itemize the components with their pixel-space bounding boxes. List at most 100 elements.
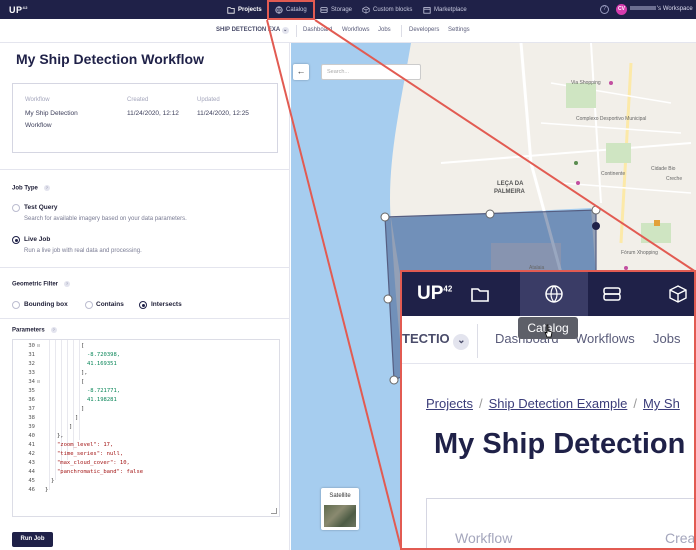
zoomed-info-card: Workflow Crea <box>426 498 696 548</box>
test-query-description: Search for available imagery based on yo… <box>24 216 187 222</box>
folder-icon <box>471 288 489 302</box>
map-label: Continente <box>601 171 626 177</box>
breadcrumb-workflow[interactable]: My Sh <box>643 396 680 411</box>
resize-handle-icon[interactable] <box>271 508 277 514</box>
code-line: [ <box>81 379 85 385</box>
divider <box>477 324 478 358</box>
chevron-down-icon: ⌄ <box>281 27 289 34</box>
live-job-label[interactable]: Live Job <box>24 236 50 243</box>
nav-projects[interactable]: Projects <box>227 0 262 19</box>
radio-intersects[interactable] <box>139 301 147 309</box>
bounding-box-label[interactable]: Bounding box <box>24 301 68 308</box>
tab-jobs[interactable]: Jobs <box>378 27 391 33</box>
fold-toggle-icon[interactable]: ⊟ <box>37 343 40 349</box>
tab-jobs[interactable]: Jobs <box>653 331 680 346</box>
catalog-highlight-box <box>267 0 315 20</box>
radio-contains[interactable] <box>85 301 93 309</box>
code-line: -8.721771, <box>87 388 121 394</box>
divider <box>0 169 290 170</box>
info-header-workflow: Workflow <box>455 530 513 546</box>
line-number: 31 <box>28 352 35 358</box>
folder-icon <box>227 6 235 14</box>
place-name: PALMEIRA <box>494 189 525 195</box>
indent-guide <box>73 340 74 450</box>
code-line: } <box>51 478 55 484</box>
line-number: 45 <box>28 478 35 484</box>
code-line: -8.720398, <box>87 352 121 358</box>
geometric-filter-label: Geometric Filter? <box>12 281 71 288</box>
zoomed-page-title: My Ship Detection <box>434 428 686 460</box>
project-selector[interactable]: SHIP DETECTION EXA ⌄ <box>216 27 289 34</box>
line-number: 30 <box>28 343 35 349</box>
help-icon[interactable]: ? <box>600 5 609 14</box>
back-arrow-button[interactable]: ← <box>293 64 309 80</box>
code-line: "panchromatic_band": false <box>57 469 144 475</box>
store-icon <box>423 6 431 14</box>
tab-workflows[interactable]: Workflows <box>342 27 370 33</box>
nav-marketplace[interactable]: Marketplace <box>423 0 467 19</box>
info-updated-date: 11/24/2020, 12:25 <box>197 110 249 117</box>
line-number: 44 <box>28 469 35 475</box>
workspace-name[interactable]: 's Workspace <box>630 6 693 12</box>
divider <box>401 25 402 37</box>
cursor-icon <box>544 324 553 338</box>
code-line: ], <box>81 370 88 376</box>
tab-workflows[interactable]: Workflows <box>575 331 635 346</box>
map-label: Fórum Xhopping <box>621 250 658 256</box>
info-workflow-name: My Ship Detection Workflow <box>25 110 78 129</box>
line-number: 40 <box>28 433 35 439</box>
nav-custom-blocks[interactable]: Custom blocks <box>362 0 412 19</box>
intersects-label[interactable]: Intersects <box>151 301 182 308</box>
code-line: ] <box>81 406 85 412</box>
cube-icon <box>669 285 687 303</box>
map-label: Via Shopping <box>571 80 601 86</box>
radio-live-job[interactable] <box>12 236 20 244</box>
contains-label[interactable]: Contains <box>96 301 124 308</box>
parameters-label: Parameters? <box>12 327 57 334</box>
info-icon[interactable]: ? <box>64 281 71 287</box>
tab-developers[interactable]: Developers <box>409 27 439 33</box>
live-job-description: Run a live job with real data and proces… <box>24 248 142 254</box>
cube-icon <box>362 5 370 14</box>
radio-bounding-box[interactable] <box>12 301 20 309</box>
breadcrumb: Projects / Ship Detection Example / My Sh <box>426 396 680 411</box>
tab-dashboard[interactable]: Dashboard <box>303 27 332 33</box>
line-number: 35 <box>28 388 35 394</box>
line-number: 39 <box>28 424 35 430</box>
tab-settings[interactable]: Settings <box>448 27 470 33</box>
line-number: 33 <box>28 370 35 376</box>
project-selector[interactable]: TECTIO ⌄ <box>402 331 470 350</box>
code-line: [ <box>81 343 85 349</box>
map-label: Complexo Desportivo Municipal <box>576 116 647 122</box>
map-search-input[interactable]: Search... <box>321 64 421 80</box>
workflow-info-card: Workflow Created Updated My Ship Detecti… <box>12 83 278 153</box>
project-subnav: SHIP DETECTION EXA ⌄ Dashboard Workflows… <box>0 19 696 43</box>
run-job-button[interactable]: Run Job <box>12 532 53 547</box>
indent-guide <box>55 340 56 480</box>
breadcrumb-project[interactable]: Ship Detection Example <box>489 396 628 411</box>
up42-logo[interactable]: UP42 <box>9 5 28 15</box>
chevron-down-icon: ⌄ <box>453 334 470 350</box>
zoomed-top-navigation: UP42 <box>402 272 694 316</box>
storage-icon <box>320 6 328 13</box>
up42-logo: UP42 <box>417 283 453 304</box>
breadcrumb-projects[interactable]: Projects <box>426 396 473 411</box>
info-header-updated: Updated <box>197 97 220 103</box>
place-name: LEÇA DA <box>497 181 524 187</box>
test-query-label[interactable]: Test Query <box>24 204 57 211</box>
code-line: ] <box>75 415 79 421</box>
page-title: My Ship Detection Workflow <box>16 51 204 67</box>
code-line: 41.198281 <box>87 397 117 403</box>
info-icon[interactable]: ? <box>43 185 50 191</box>
satellite-toggle[interactable]: Satellite <box>321 488 359 530</box>
radio-test-query[interactable] <box>12 204 20 212</box>
nav-storage[interactable]: Storage <box>320 0 352 19</box>
info-icon[interactable]: ? <box>50 327 57 333</box>
info-header-created: Crea <box>665 530 696 546</box>
parameters-code-editor[interactable]: 30 31 32 33 34 35 36 37 38 39 40 41 42 4… <box>12 339 280 517</box>
fold-toggle-icon[interactable]: ⊟ <box>37 379 40 385</box>
map-label: Cidade Bio <box>651 166 676 172</box>
globe-icon <box>545 285 563 303</box>
line-number: 37 <box>28 406 35 412</box>
avatar[interactable]: CV <box>616 4 627 15</box>
